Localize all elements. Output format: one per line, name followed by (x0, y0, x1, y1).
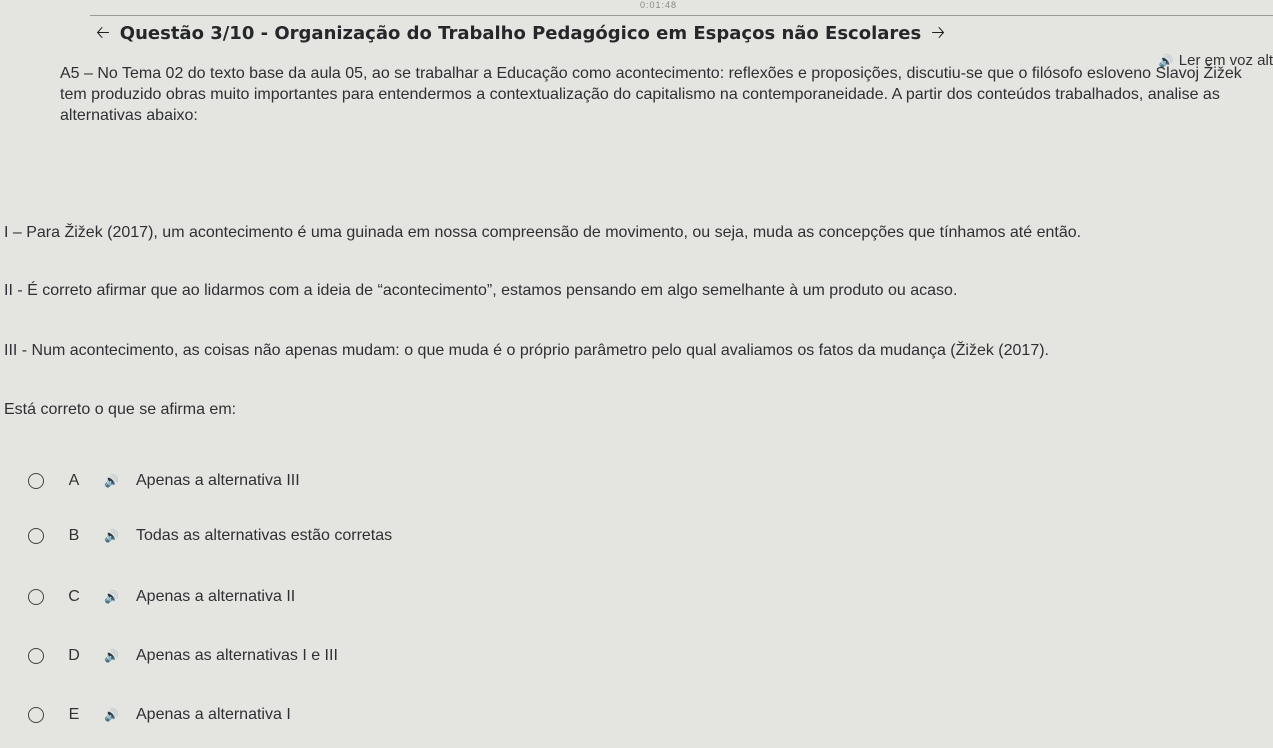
statement-3: III - Num acontecimento, as coisas não a… (4, 342, 1049, 359)
arrow-right-icon[interactable]: 🡢 (931, 24, 945, 42)
option-e[interactable]: E 🔊 Apenas a alternativa I (28, 702, 528, 728)
option-c[interactable]: C 🔊 Apenas a alternativa II (28, 584, 528, 610)
speaker-icon[interactable]: 🔊 (104, 474, 130, 488)
speaker-icon[interactable]: 🔊 (104, 590, 130, 604)
question-header: 🡠 Questão 3/10 - Organização do Trabalho… (96, 20, 945, 46)
option-d[interactable]: D 🔊 Apenas as alternativas I e III (28, 643, 528, 669)
option-e-letter: E (68, 706, 80, 723)
option-b[interactable]: B 🔊 Todas as alternativas estão corretas (28, 523, 528, 549)
option-b-letter: B (68, 527, 80, 544)
statement-2: II - É correto afirmar que ao lidarmos c… (4, 282, 958, 299)
option-e-radio[interactable] (28, 707, 44, 723)
option-d-letter: D (68, 647, 80, 664)
option-b-text: Todas as alternativas estão corretas (136, 527, 393, 544)
page-title: Questão 3/10 - Organização do Trabalho P… (119, 22, 922, 44)
option-d-radio[interactable] (28, 648, 44, 664)
speaker-icon[interactable]: 🔊 (104, 649, 130, 663)
option-c-radio[interactable] (28, 589, 44, 605)
speaker-icon[interactable]: 🔊 (104, 529, 130, 543)
option-e-text: Apenas a alternativa I (136, 706, 291, 723)
timer: 0:01:48 (640, 0, 678, 10)
speaker-icon[interactable]: 🔊 (104, 708, 130, 722)
option-c-text: Apenas a alternativa II (136, 588, 296, 605)
option-d-text: Apenas as alternativas I e III (136, 647, 338, 664)
question-stem: A5 – No Tema 02 do texto base da aula 05… (60, 65, 1242, 124)
option-b-radio[interactable] (28, 528, 44, 544)
option-a-text: Apenas a alternativa III (136, 472, 300, 489)
arrow-left-icon[interactable]: 🡠 (96, 24, 110, 42)
question-prompt: Está correto o que se afirma em: (4, 401, 237, 418)
option-a-radio[interactable] (28, 473, 44, 489)
option-a[interactable]: A 🔊 Apenas a alternativa III (28, 468, 528, 494)
option-a-letter: A (68, 472, 80, 489)
top-divider (90, 15, 1273, 16)
statement-1: I – Para Žižek (2017), um acontecimento … (4, 224, 1082, 241)
option-c-letter: C (68, 588, 80, 605)
